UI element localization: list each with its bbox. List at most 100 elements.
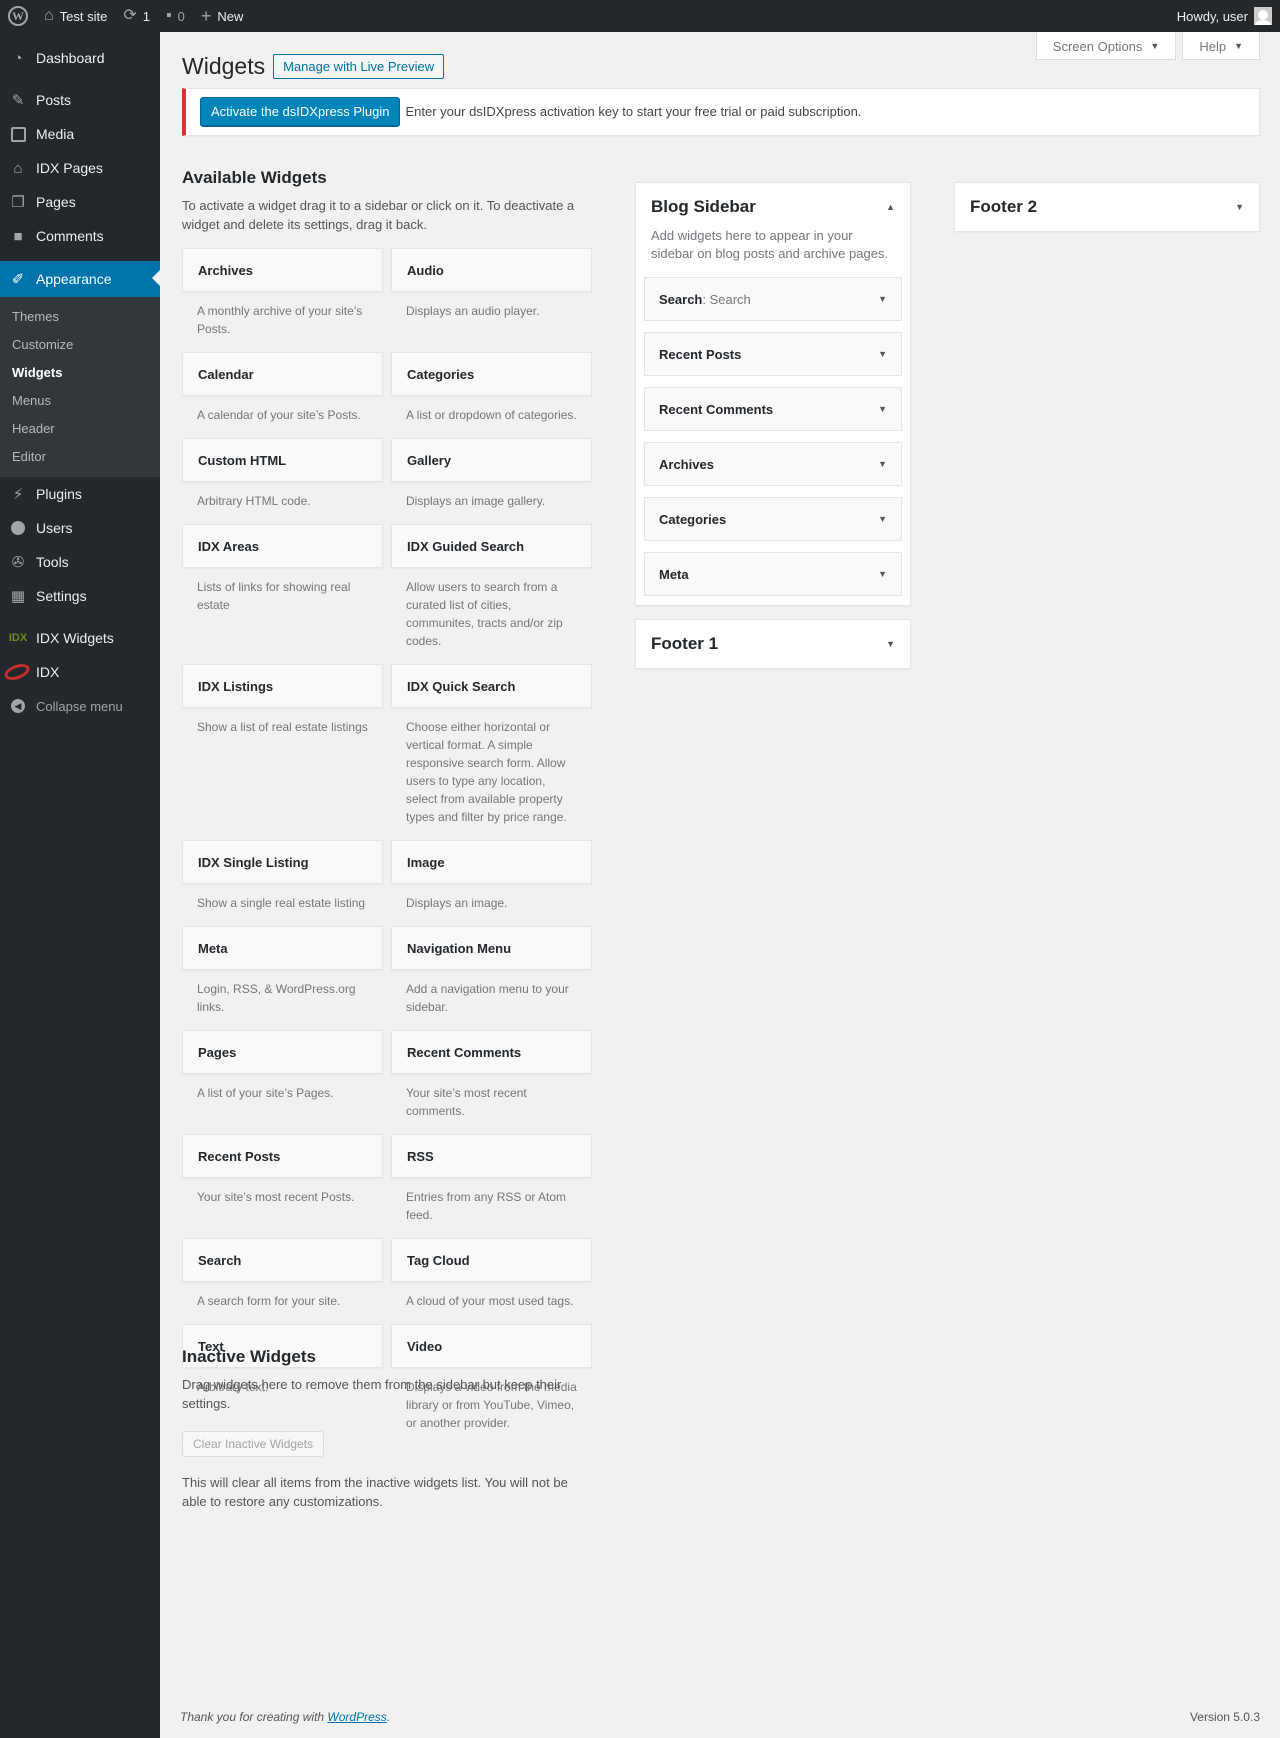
available-widget[interactable]: Image Displays an image. [391,840,592,926]
page-header: Widgets Manage with Live Preview [182,52,1260,82]
widget-title[interactable]: Custom HTML [182,438,383,482]
updates-link[interactable]: ⟳ 1 [115,0,158,32]
widget-title[interactable]: Recent Comments [391,1030,592,1074]
sidebar-widget[interactable]: Recent Posts ▼ [644,332,902,376]
menu-dashboard[interactable]: ◔ Dashboard [0,41,160,75]
menu-label: IDX [36,664,60,680]
sidebar-widget[interactable]: Archives ▼ [644,442,902,486]
clear-inactive-button[interactable]: Clear Inactive Widgets [182,1431,325,1457]
sidebar-widget-title: Recent Posts [659,346,742,362]
sidebar-widget[interactable]: Recent Comments ▼ [644,387,902,431]
widget-title[interactable]: IDX Guided Search [391,524,592,568]
available-widget[interactable]: Meta Login, RSS, & WordPress.org links. [182,926,383,1030]
widget-title[interactable]: Categories [391,352,592,396]
menu-label: Appearance [36,271,112,287]
widget-description: A cloud of your most used tags. [406,1294,574,1308]
widget-title[interactable]: Meta [182,926,383,970]
widget-title[interactable]: Archives [182,248,383,292]
collapse-menu-button[interactable]: ◀ Collapse menu [0,689,160,723]
site-name-link[interactable]: ⌂ Test site [36,0,115,32]
available-widget[interactable]: Audio Displays an audio player. [391,248,592,352]
widget-title[interactable]: Search [182,1238,383,1282]
submenu-themes[interactable]: Themes [0,303,160,331]
available-widget[interactable]: Gallery Displays an image gallery. [391,438,592,524]
home-icon: ⌂ [44,7,54,24]
widget-title[interactable]: Recent Posts [182,1134,383,1178]
available-widget[interactable]: Recent Posts Your site’s most recent Post… [182,1134,383,1238]
blog-sidebar-header[interactable]: Blog Sidebar ▲ [636,183,910,231]
wordpress-link[interactable]: WordPress [327,1710,386,1724]
menu-appearance[interactable]: ✐ Appearance [0,261,160,297]
live-preview-button[interactable]: Manage with Live Preview [273,54,445,80]
menu-idx-widgets[interactable]: IDX IDX Widgets [0,621,160,655]
caret-down-icon[interactable]: ▼ [878,569,887,579]
widget-title[interactable]: IDX Areas [182,524,383,568]
sidebar-widget[interactable]: Categories ▼ [644,497,902,541]
available-widget[interactable]: IDX Areas Lists of links for showing real… [182,524,383,664]
my-account-link[interactable]: Howdy, user [1169,0,1280,32]
widget-title[interactable]: Pages [182,1030,383,1074]
available-widget[interactable]: Navigation Menu Add a navigation menu to … [391,926,592,1030]
menu-plugins[interactable]: ⚡ Plugins [0,477,160,511]
menu-comments[interactable]: ■ Comments [0,219,160,253]
admin-bar: W ⌂ Test site ⟳ 1 ▪ 0 + New Howdy, user [0,0,1280,32]
pages-icon: ❐ [11,194,25,211]
submenu-customize[interactable]: Customize [0,331,160,359]
sidebar-widget[interactable]: Meta ▼ [644,552,902,596]
footer-1-header[interactable]: Footer 1 ▼ [636,620,910,668]
sidebar-widget-label: Search: Search [659,292,751,307]
new-content-link[interactable]: + New [193,0,252,32]
available-widget[interactable]: Tag Cloud A cloud of your most used tags. [391,1238,592,1324]
submenu-header[interactable]: Header [0,415,160,443]
menu-label: Settings [36,588,87,604]
caret-down-icon[interactable]: ▼ [878,404,887,414]
menu-idx-pages[interactable]: ⌂ IDX Pages [0,151,160,185]
widget-title[interactable]: IDX Quick Search [391,664,592,708]
menu-pages[interactable]: ❐ Pages [0,185,160,219]
widget-title[interactable]: Audio [391,248,592,292]
admin-menu: ◔ Dashboard ✎ Posts Media ⌂ IDX Pages ❐ … [0,32,160,1738]
footer-2-header[interactable]: Footer 2 ▼ [955,183,1259,231]
plugin-icon: ⚡ [12,486,24,503]
available-widget[interactable]: Search A search form for your site. [182,1238,383,1324]
widget-title[interactable]: Calendar [182,352,383,396]
caret-down-icon[interactable]: ▼ [878,294,887,304]
widget-title[interactable]: Image [391,840,592,884]
available-widget[interactable]: IDX Single Listing Show a single real est… [182,840,383,926]
widget-description: Your site’s most recent Posts. [197,1190,355,1204]
caret-down-icon[interactable]: ▼ [878,459,887,469]
caret-down-icon[interactable]: ▼ [878,514,887,524]
menu-idx[interactable]: IDX [0,655,160,689]
comments-link[interactable]: ▪ 0 [158,0,193,32]
wp-logo-menu[interactable]: W [0,0,36,32]
submenu-widgets[interactable]: Widgets [0,359,160,387]
menu-posts[interactable]: ✎ Posts [0,83,160,117]
caret-down-icon[interactable]: ▼ [878,349,887,359]
available-widget[interactable]: Recent Comments Your site’s most recent c… [391,1030,592,1134]
inactive-widgets-title: Inactive Widgets [182,1347,316,1366]
widget-title[interactable]: Tag Cloud [391,1238,592,1282]
footer-thanks: Thank you for creating with WordPress. [180,1710,390,1724]
available-widget[interactable]: Pages A list of your site’s Pages. [182,1030,383,1134]
menu-settings[interactable]: ▦ Settings [0,579,160,613]
activate-plugin-button[interactable]: Activate the dsIDXpress Plugin [200,97,401,127]
widget-title[interactable]: IDX Single Listing [182,840,383,884]
menu-tools[interactable]: ✇ Tools [0,545,160,579]
available-widget[interactable]: Custom HTML Arbitrary HTML code. [182,438,383,524]
available-widget[interactable]: Archives A monthly archive of your site’s… [182,248,383,352]
submenu-menus[interactable]: Menus [0,387,160,415]
submenu-editor[interactable]: Editor [0,443,160,471]
widget-title[interactable]: Gallery [391,438,592,482]
widget-title[interactable]: RSS [391,1134,592,1178]
menu-media[interactable]: Media [0,117,160,151]
widget-title[interactable]: IDX Listings [182,664,383,708]
available-widget[interactable]: IDX Quick Search Choose either horizontal… [391,664,592,840]
sidebar-widget[interactable]: Search: Search ▼ [644,277,902,321]
available-widget[interactable]: Categories A list or dropdown of categori… [391,352,592,438]
menu-users[interactable]: Users [0,511,160,545]
widget-title[interactable]: Navigation Menu [391,926,592,970]
available-widget[interactable]: IDX Guided Search Allow users to search f… [391,524,592,664]
available-widget[interactable]: IDX Listings Show a list of real estate l… [182,664,383,840]
available-widget[interactable]: RSS Entries from any RSS or Atom feed. [391,1134,592,1238]
available-widget[interactable]: Calendar A calendar of your site’s Posts. [182,352,383,438]
